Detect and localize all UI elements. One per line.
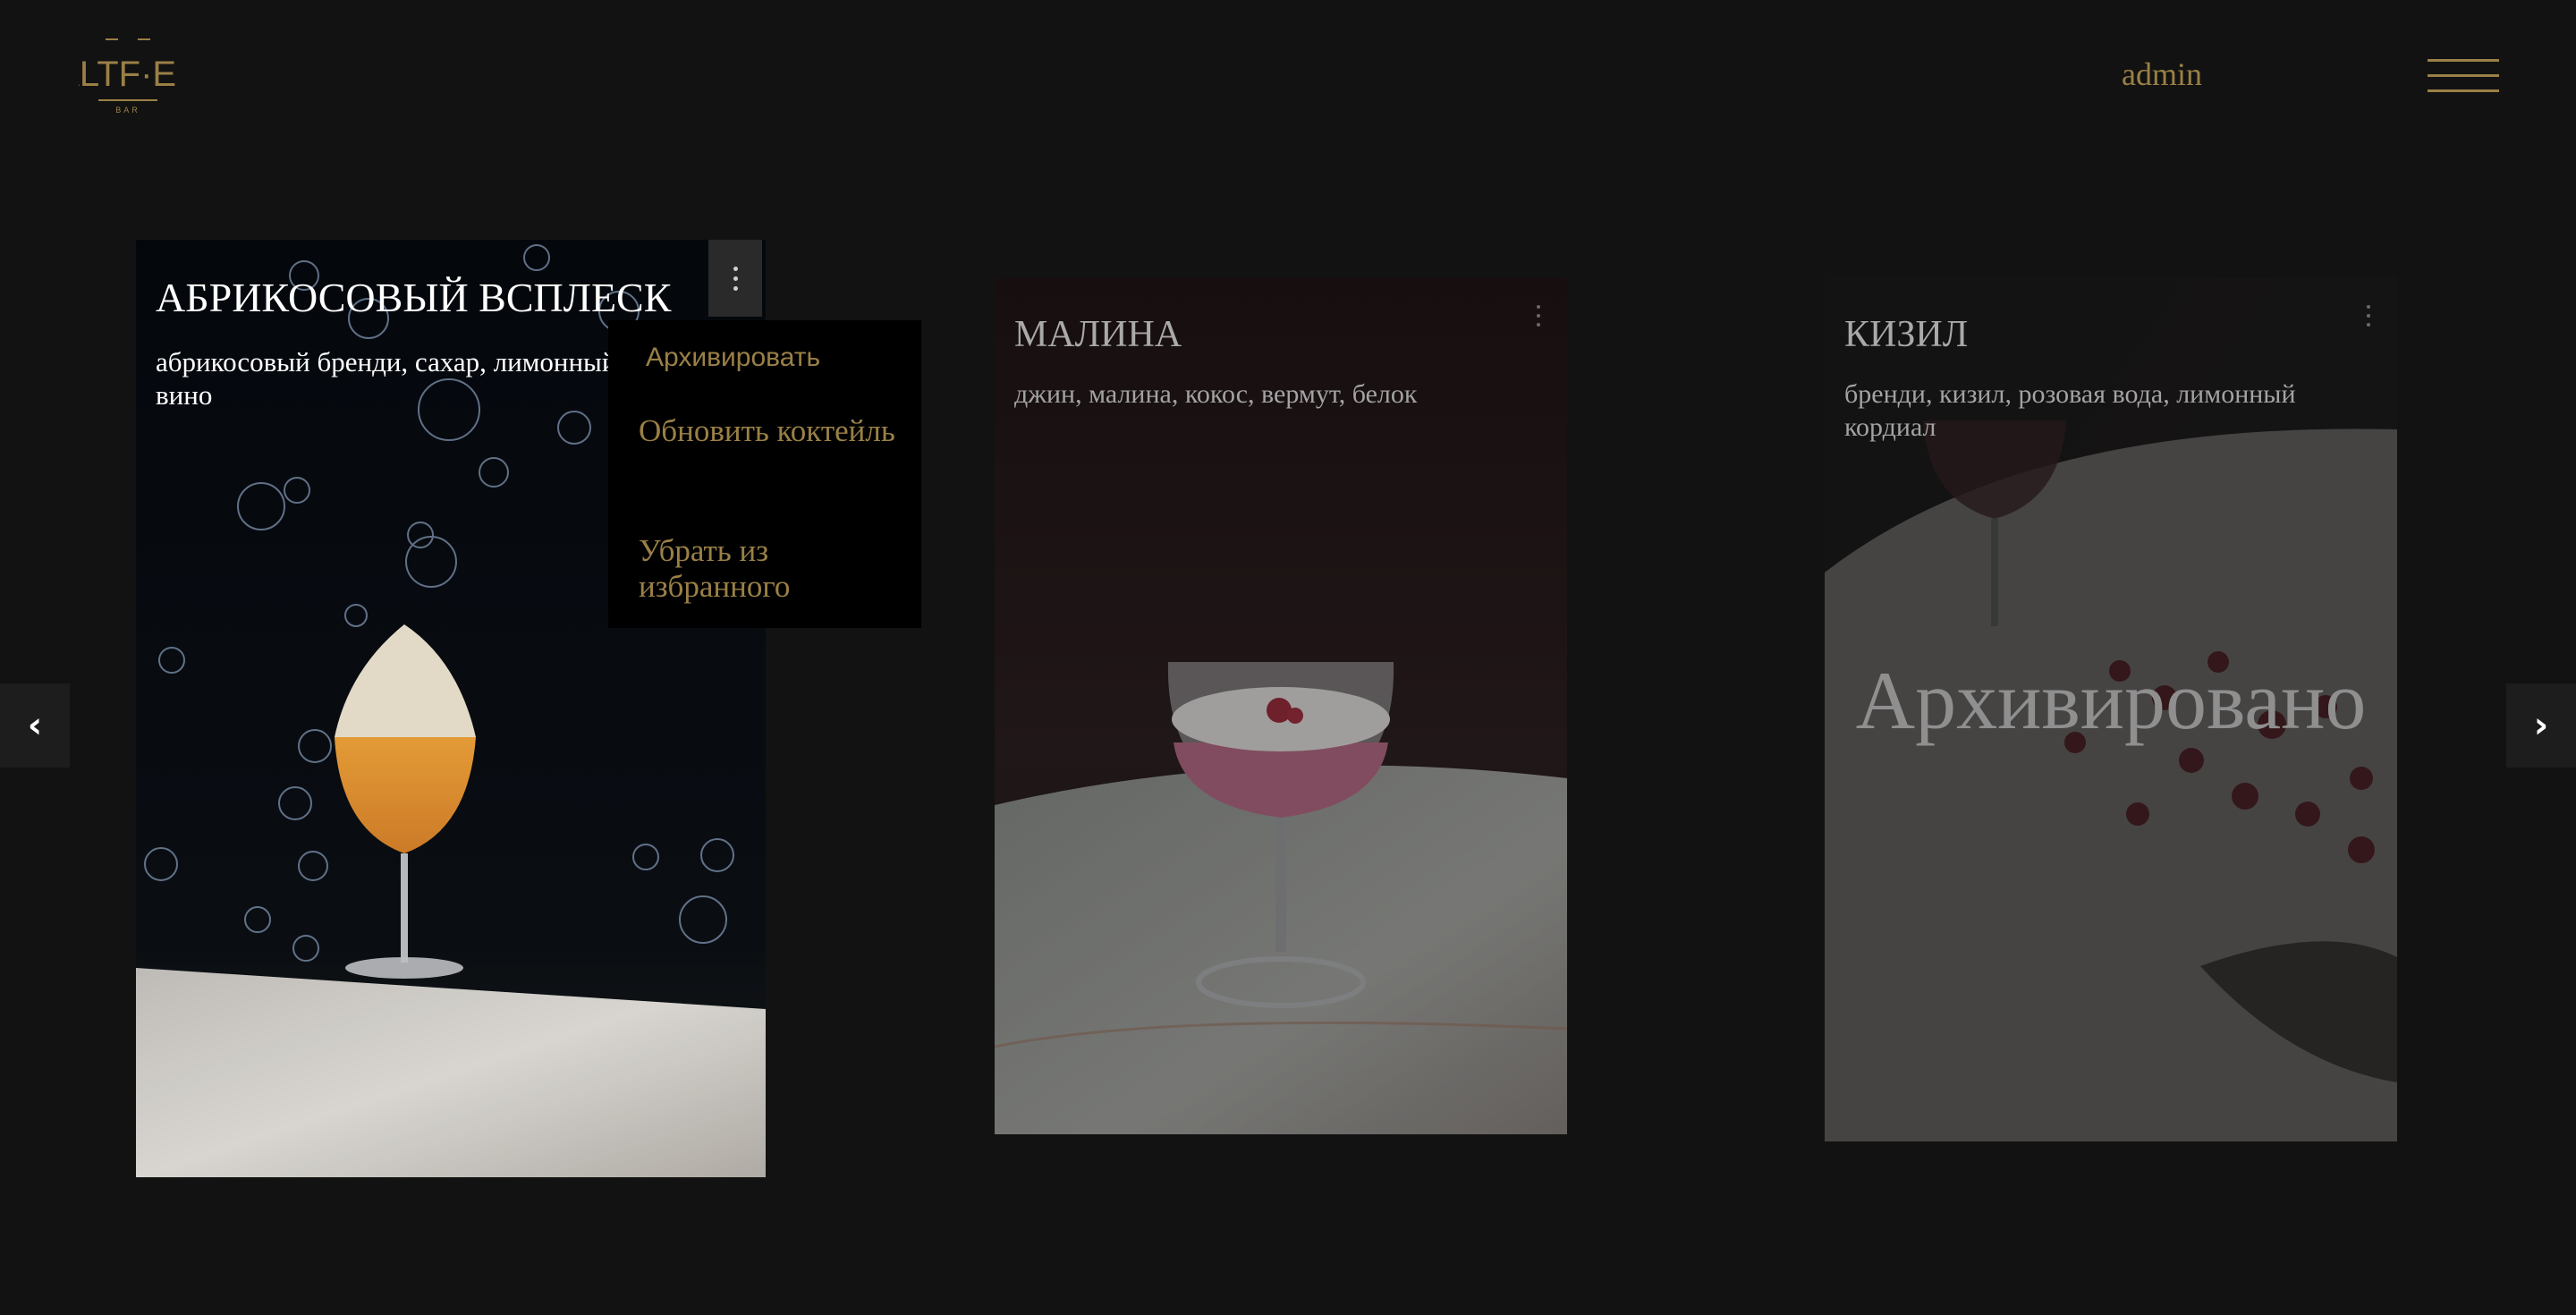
cocktail-title: МАЛИНА bbox=[1014, 314, 1182, 355]
cocktail-title: АБРИКОСОВЫЙ ВСПЛЕСК bbox=[156, 275, 672, 320]
logo-mark: ALTF·EP BAR bbox=[55, 38, 200, 115]
archived-label: Архивировано bbox=[1855, 655, 2367, 746]
kebab-icon[interactable] bbox=[1512, 277, 1565, 354]
card-options-menu: Архивировать Обновить коктейль Убрать из… bbox=[608, 320, 921, 628]
archive-menu-item[interactable]: Архивировать bbox=[646, 340, 914, 376]
cocktail-card-raspberry[interactable]: МАЛИНА джин, малина, кокос, вермут, бело… bbox=[995, 277, 1567, 1134]
cocktail-card-cornel[interactable]: КИЗИЛ бренди, кизил, розовая вода, лимон… bbox=[1825, 277, 2397, 1141]
chevron-right-icon[interactable]: › bbox=[2506, 683, 2576, 768]
remove-favorite-menu-item[interactable]: Убрать из избранного bbox=[639, 533, 907, 605]
logo-subtext: BAR bbox=[115, 106, 140, 115]
update-cocktail-menu-item[interactable]: Обновить коктейль bbox=[639, 413, 907, 449]
cocktail-ingredients: бренди, кизил, розовая вода, лимонный ко… bbox=[1844, 379, 2296, 442]
chevron-left-icon[interactable]: ‹ bbox=[0, 683, 70, 768]
kebab-icon[interactable] bbox=[708, 240, 762, 317]
kebab-icon[interactable] bbox=[2342, 277, 2395, 354]
user-label[interactable]: admin bbox=[2122, 55, 2202, 93]
cocktail-ingredients: джин, малина, кокос, вермут, белок bbox=[1014, 379, 1418, 409]
cocktail-title: КИЗИЛ bbox=[1844, 314, 1969, 355]
hamburger-icon[interactable] bbox=[2428, 59, 2499, 93]
bar-logo[interactable]: ALTF·EP BAR bbox=[55, 36, 200, 116]
logo-text: ALTF·EP bbox=[79, 55, 177, 94]
